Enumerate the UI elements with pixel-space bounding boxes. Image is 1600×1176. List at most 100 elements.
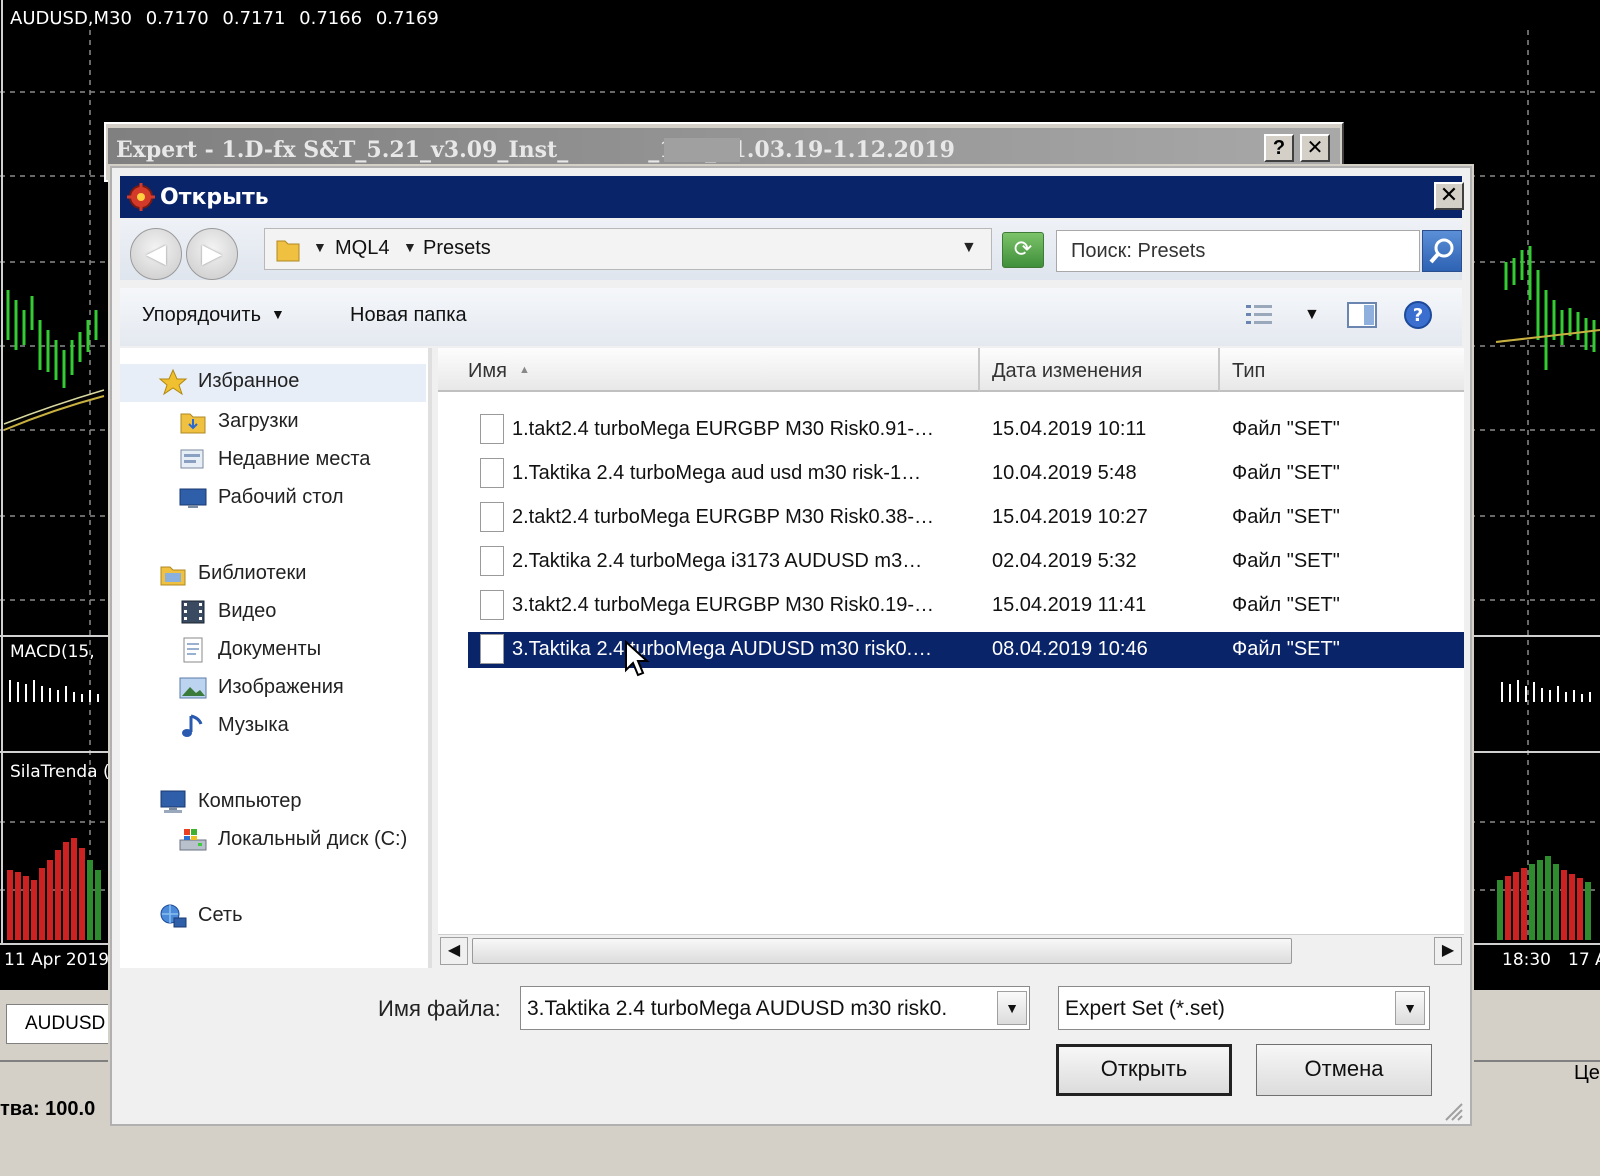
documents-icon: [183, 637, 203, 663]
refresh-icon: ⟳: [1013, 236, 1033, 261]
file-type: Файл "SET": [1232, 418, 1340, 440]
help-icon[interactable]: ?: [1402, 300, 1434, 330]
folder-icon: [276, 240, 300, 262]
open-dialog: Открыть ✕ ◀ ▶ ▼ MQL4 ▼ Presets ▼ ⟳ Поиск…: [110, 166, 1472, 1126]
file-type-dropdown-button[interactable]: ▼: [1395, 991, 1425, 1025]
screen: AUDUSD,M30 0.7170 0.7171 0.7166 0.7169 M…: [0, 0, 1600, 1176]
forward-button[interactable]: ▶: [186, 228, 238, 280]
file-date: 08.04.2019 10:46: [992, 638, 1148, 660]
file-icon: [480, 546, 504, 576]
nav-label: Компьютер: [198, 790, 302, 812]
view-dropdown-icon[interactable]: ▼: [1304, 306, 1320, 324]
file-type: Файл "SET": [1232, 550, 1340, 572]
expert-title-prefix: Expert - 1.D-fx S&T_5.21_v3.09_Inst_: [116, 137, 569, 163]
dialog-close-button[interactable]: ✕: [1434, 182, 1464, 210]
chevron-down-icon: ▼: [271, 306, 285, 322]
nav-label: Изображения: [218, 676, 344, 698]
expert-help-button[interactable]: ?: [1264, 134, 1294, 162]
recent-places-icon: [180, 449, 204, 469]
column-header-date[interactable]: Дата изменения: [980, 348, 1220, 392]
file-icon: [480, 458, 504, 488]
file-name: 2.Taktika 2.4 turboMega i3173 AUDUSD m3…: [512, 550, 923, 572]
time-label-right-1: 18:30: [1502, 950, 1551, 970]
nav-label: Загрузки: [218, 410, 299, 432]
file-name-dropdown-button[interactable]: ▼: [997, 991, 1027, 1025]
new-folder-button[interactable]: Новая папка: [350, 304, 467, 327]
column-header-type[interactable]: Тип: [1220, 348, 1464, 392]
mouse-pointer-icon: [625, 640, 650, 677]
command-bar: Упорядочить ▼ Новая папка ▼ ?: [120, 288, 1462, 346]
file-type-value: Expert Set (*.set): [1065, 997, 1225, 1020]
file-name: 3.takt2.4 turboMega EURGBP M30 Risk0.19-…: [512, 594, 935, 616]
file-type: Файл "SET": [1232, 594, 1340, 616]
breadcrumb-arrow-icon[interactable]: ▼: [313, 239, 327, 255]
desktop-icon: [179, 488, 207, 508]
file-name-label: Имя файла:: [378, 996, 501, 1021]
resize-grip-icon[interactable]: [1440, 1098, 1464, 1122]
expert-titlebar: Expert - 1.D-fx S&T_5.21_v3.09_Inst_ _177…: [108, 128, 1340, 170]
address-bar[interactable]: ▼ MQL4 ▼ Presets ▼: [264, 228, 992, 270]
status-text-right: Це: [1574, 1062, 1600, 1084]
file-date: 15.04.2019 10:11: [992, 418, 1147, 440]
file-icon: [480, 590, 504, 620]
nav-label: Недавние места: [218, 448, 371, 470]
file-date: 10.04.2019 5:48: [992, 462, 1137, 484]
scrollbar-thumb[interactable]: [472, 938, 1292, 964]
back-button[interactable]: ◀: [130, 228, 182, 280]
nav-label: Рабочий стол: [218, 486, 344, 508]
file-row[interactable]: 2.Taktika 2.4 turboMega i3173 AUDUSD m3……: [468, 544, 1468, 580]
dialog-titlebar: Открыть ✕: [120, 176, 1464, 218]
hard-drive-icon: [179, 829, 207, 851]
quote-high: 0.7171: [222, 8, 286, 29]
file-date: 02.04.2019 5:32: [992, 550, 1137, 572]
breadcrumb-presets[interactable]: Presets: [423, 237, 491, 260]
file-name: 1.Taktika 2.4 turboMega aud usd m30 risk…: [512, 462, 922, 484]
file-type-select[interactable]: Expert Set (*.set) ▼: [1058, 986, 1430, 1030]
navigation-bar: ◀ ▶ ▼ MQL4 ▼ Presets ▼ ⟳ Поиск: Presets: [120, 220, 1462, 280]
file-date: 15.04.2019 11:41: [992, 594, 1147, 616]
search-button[interactable]: [1422, 230, 1462, 272]
file-icon: [480, 414, 504, 444]
preview-pane-icon[interactable]: [1346, 300, 1378, 330]
file-name-input[interactable]: 3.Taktika 2.4 turboMega AUDUSD m30 risk0…: [520, 986, 1030, 1030]
scroll-right-button[interactable]: ▶: [1434, 937, 1462, 965]
file-row[interactable]: 2.takt2.4 turboMega EURGBP M30 Risk0.38-…: [468, 500, 1468, 536]
column-header-name[interactable]: Имя ▲: [438, 348, 980, 392]
search-icon: [1429, 238, 1454, 264]
symbol-tab[interactable]: AUDUSD: [6, 1004, 126, 1044]
nav-label: Библиотеки: [198, 562, 307, 584]
address-dropdown-icon[interactable]: ▼: [961, 239, 977, 257]
cancel-button[interactable]: Отмена: [1256, 1044, 1432, 1096]
network-icon: [160, 904, 187, 928]
time-label-right-2: 17 A: [1568, 950, 1600, 970]
view-options-icon[interactable]: [1244, 300, 1276, 330]
breadcrumb-arrow-icon[interactable]: ▼: [403, 239, 417, 255]
file-row[interactable]: 1.takt2.4 turboMega EURGBP M30 Risk0.91-…: [468, 412, 1468, 448]
star-icon: [158, 368, 188, 396]
file-row-selected[interactable]: 3.Taktika 2.4 turboMega AUDUSD m30 risk0…: [468, 632, 1464, 668]
search-input[interactable]: Поиск: Presets: [1056, 230, 1420, 272]
nav-label: Документы: [218, 638, 322, 660]
organize-button[interactable]: Упорядочить ▼: [142, 304, 285, 327]
expert-close-button[interactable]: ✕: [1300, 134, 1330, 162]
macd-label: MACD(15,: [10, 642, 95, 662]
file-row[interactable]: 3.takt2.4 turboMega EURGBP M30 Risk0.19-…: [468, 588, 1468, 624]
file-date: 15.04.2019 10:27: [992, 506, 1148, 528]
file-row[interactable]: 1.Taktika 2.4 turboMega aud usd m30 risk…: [468, 456, 1468, 492]
organize-label: Упорядочить: [142, 304, 262, 326]
quote-open: 0.7170: [145, 8, 209, 29]
status-text-left: тва: 100.0: [0, 1098, 96, 1120]
file-type: Файл "SET": [1232, 462, 1340, 484]
file-name-value: 3.Taktika 2.4 turboMega AUDUSD m30 risk0…: [527, 997, 948, 1020]
computer-icon: [160, 790, 186, 813]
horizontal-scrollbar[interactable]: ◀ ▶: [438, 934, 1464, 968]
sort-ascending-icon: ▲: [518, 364, 530, 376]
refresh-button[interactable]: ⟳: [1002, 232, 1044, 268]
svg-text:?: ?: [1413, 305, 1423, 326]
dialog-title: Открыть: [160, 185, 269, 210]
open-button[interactable]: Открыть: [1056, 1044, 1232, 1096]
file-name: 2.takt2.4 turboMega EURGBP M30 Risk0.38-…: [512, 506, 935, 528]
scroll-left-button[interactable]: ◀: [440, 937, 468, 965]
quote-close: 0.7169: [375, 8, 439, 29]
breadcrumb-mql4[interactable]: MQL4: [335, 237, 389, 260]
